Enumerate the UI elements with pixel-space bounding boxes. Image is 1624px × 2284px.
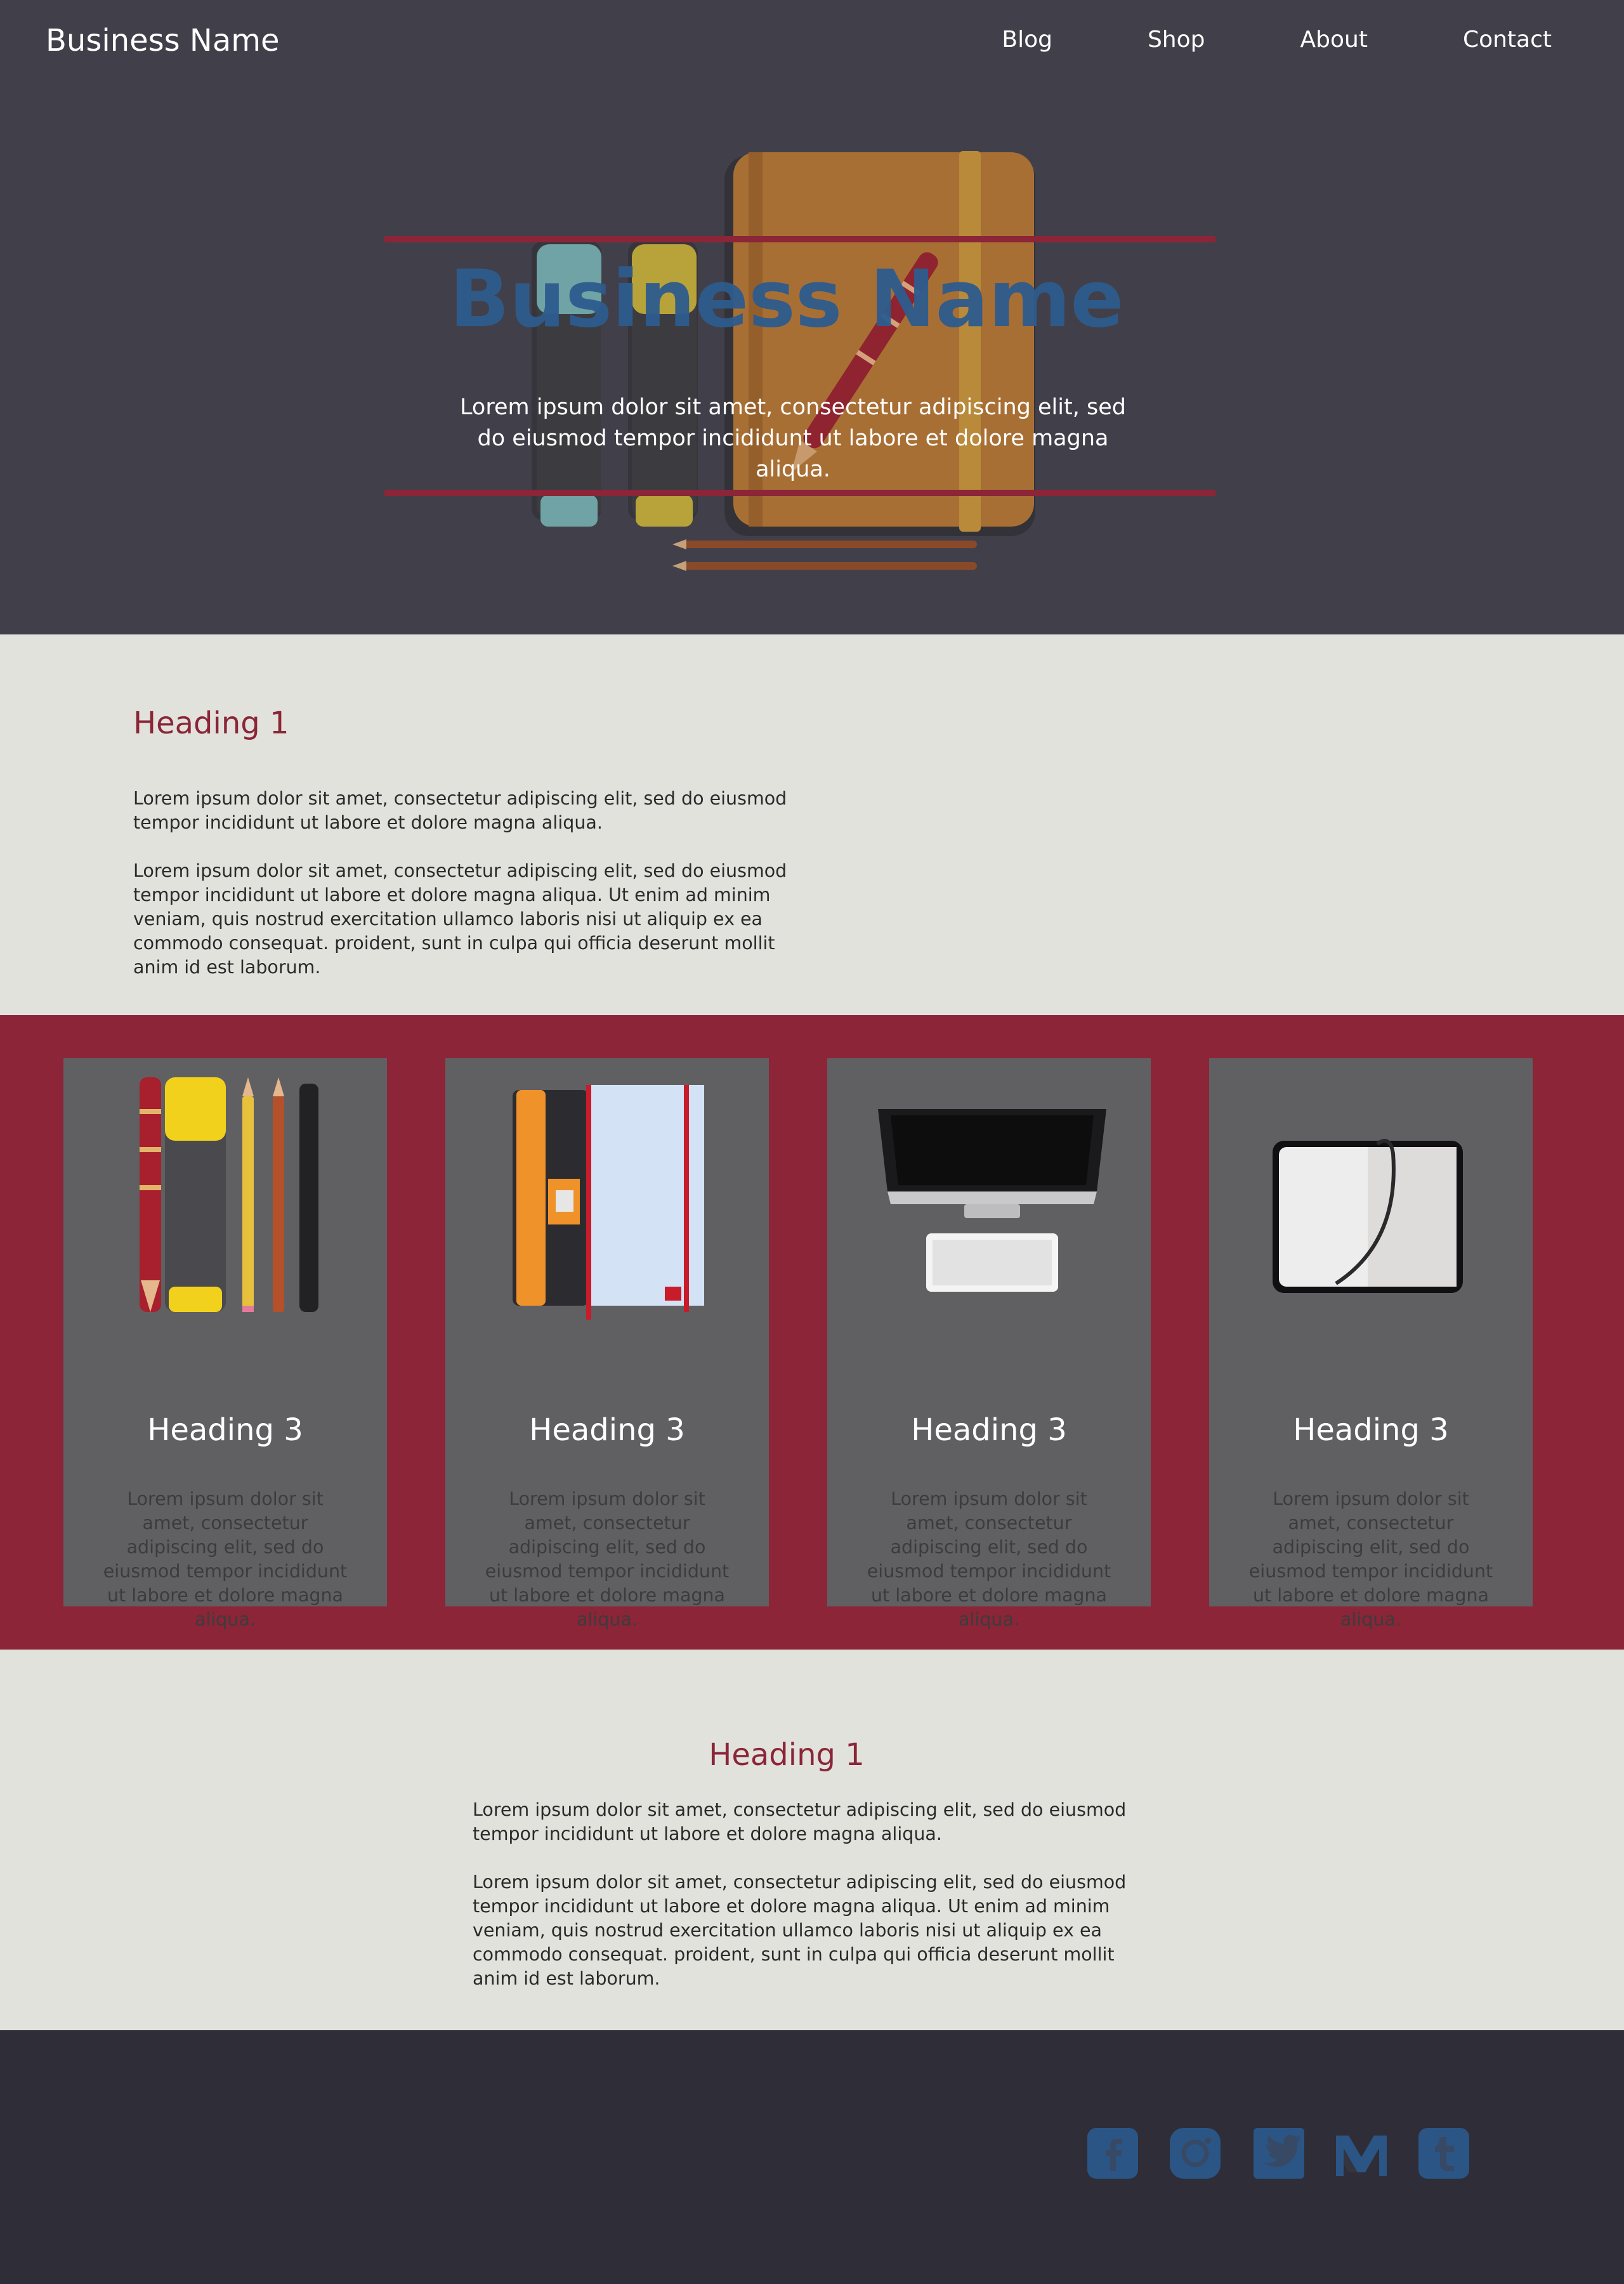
facebook-icon[interactable] [1086, 2127, 1139, 2180]
hero-divider-bottom [384, 490, 1215, 496]
card-heading: Heading 3 [147, 1412, 303, 1448]
nav-links: Blog Shop About Contact [907, 27, 1552, 53]
nav-link-shop[interactable]: Shop [1148, 27, 1205, 53]
intro-heading: Heading 1 [133, 706, 289, 741]
tablet-icon [1273, 1139, 1463, 1293]
tumblr-icon[interactable] [1417, 2127, 1470, 2180]
hero-title: Business Name [449, 254, 1124, 345]
feature-cards-section: Heading 3 Lorem ipsum dolor sit amet, co… [0, 1015, 1624, 1650]
notebooks-icon [513, 1085, 704, 1320]
content-section: Heading 1 Lorem ipsum dolor sit amet, co… [0, 1650, 1624, 2030]
card-text: Lorem ipsum dolor sit amet, consectetur … [485, 1488, 730, 1630]
card-text: Lorem ipsum dolor sit amet, consectetur … [867, 1488, 1111, 1630]
nav-link-about[interactable]: About [1300, 27, 1368, 53]
card-heading: Heading 3 [529, 1412, 685, 1448]
nav-link-blog[interactable]: Blog [1002, 27, 1052, 53]
feature-card[interactable]: Heading 3 Lorem ipsum dolor sit amet, co… [63, 1058, 387, 1630]
medium-icon[interactable] [1335, 2127, 1388, 2180]
feature-card[interactable]: Heading 3 Lorem ipsum dolor sit amet, co… [1209, 1058, 1533, 1630]
brand-name[interactable]: Business Name [46, 23, 280, 58]
computer-icon [878, 1109, 1106, 1292]
feature-card[interactable]: Heading 3 Lorem ipsum dolor sit amet, co… [827, 1058, 1151, 1630]
intro-paragraph: Lorem ipsum dolor sit amet, consectetur … [133, 788, 787, 833]
hero-subtitle: Lorem ipsum dolor sit amet, consectetur … [460, 395, 1126, 482]
card-text: Lorem ipsum dolor sit amet, consectetur … [1248, 1488, 1493, 1630]
card-heading: Heading 3 [911, 1412, 1067, 1448]
card-text: Lorem ipsum dolor sit amet, consectetur … [103, 1488, 348, 1630]
hero-divider-top [384, 236, 1215, 242]
feature-card[interactable]: Heading 3 Lorem ipsum dolor sit amet, co… [445, 1058, 769, 1630]
footer [0, 2030, 1624, 2284]
hero-section: Business Name Lorem ipsum dolor sit amet… [0, 82, 1624, 634]
content-paragraph: Lorem ipsum dolor sit amet, consectetur … [473, 1872, 1127, 1989]
hero-desk-illustration [532, 151, 1035, 571]
pens-pencils-icon [140, 1077, 318, 1312]
content-paragraph: Lorem ipsum dolor sit amet, consectetur … [473, 1799, 1127, 1844]
nav-link-contact[interactable]: Contact [1463, 27, 1552, 53]
instagram-icon[interactable] [1169, 2127, 1222, 2180]
top-navigation: Business Name Blog Shop About Contact [0, 0, 1624, 82]
content-heading: Heading 1 [709, 1737, 865, 1773]
twitter-icon[interactable] [1252, 2127, 1306, 2180]
intro-section: Heading 1 Lorem ipsum dolor sit amet, co… [0, 634, 1624, 1015]
card-heading: Heading 3 [1293, 1412, 1449, 1448]
pencils [672, 539, 977, 571]
intro-paragraph: Lorem ipsum dolor sit amet, consectetur … [133, 860, 787, 978]
